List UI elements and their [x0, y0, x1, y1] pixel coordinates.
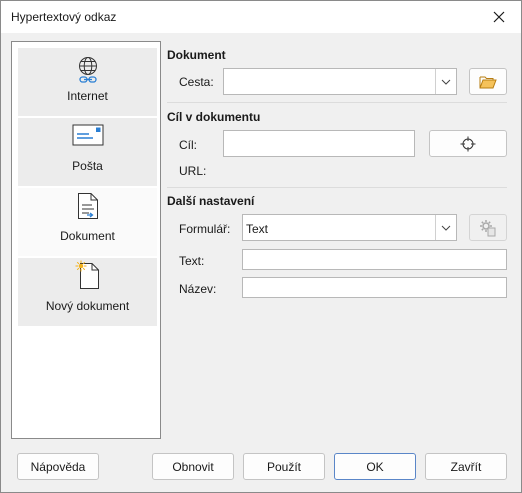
gear-document-icon: [480, 219, 496, 236]
hyperlink-type-sidebar: Internet Pošta Dokument Nový dokument: [11, 41, 161, 439]
close-dialog-button[interactable]: Zavřít: [425, 453, 507, 480]
envelope-icon: [72, 124, 104, 149]
title-bar: Hypertextový odkaz: [1, 1, 521, 33]
chevron-down-icon[interactable]: [435, 215, 456, 240]
help-button[interactable]: Nápověda: [17, 453, 99, 480]
form-events-button[interactable]: [469, 214, 507, 241]
text-field[interactable]: [242, 249, 507, 270]
new-document-icon: [75, 260, 101, 293]
close-icon: [493, 11, 505, 23]
form-value: Text: [246, 222, 269, 236]
sidebar-item-label: Internet: [67, 89, 108, 103]
ok-button[interactable]: OK: [334, 453, 416, 480]
sidebar-item-document[interactable]: Dokument: [18, 188, 157, 256]
window-title: Hypertextový odkaz: [11, 10, 117, 24]
target-field[interactable]: [223, 130, 415, 157]
form-label: Formulář:: [179, 222, 231, 236]
reset-button[interactable]: Obnovit: [152, 453, 234, 480]
sidebar-item-label: Pošta: [72, 159, 103, 173]
apply-button[interactable]: Použít: [243, 453, 325, 480]
sidebar-item-label: Nový dokument: [45, 299, 130, 313]
sidebar-item-new-document[interactable]: Nový dokument: [18, 258, 157, 326]
target-crosshair-icon: [460, 136, 476, 151]
section-title-document: Dokument: [167, 48, 226, 62]
name-label: Název:: [179, 282, 217, 296]
sidebar-item-label: Dokument: [60, 229, 115, 243]
hyperlink-dialog: Hypertextový odkaz Internet Pošta Dokume…: [0, 0, 522, 493]
name-field[interactable]: [242, 277, 507, 298]
url-label: URL:: [179, 164, 207, 178]
text-label: Text:: [179, 254, 205, 268]
document-icon: [77, 192, 99, 223]
open-file-button[interactable]: [469, 68, 507, 95]
target-in-document-button[interactable]: [429, 130, 507, 157]
globe-link-icon: [77, 56, 99, 89]
path-label: Cesta:: [179, 75, 214, 89]
section-title-target: Cíl v dokumentu: [167, 110, 261, 124]
sidebar-item-mail[interactable]: Pošta: [18, 118, 157, 186]
section-title-further-settings: Další nastavení: [167, 194, 255, 208]
target-label: Cíl:: [179, 138, 197, 152]
chevron-down-icon[interactable]: [435, 69, 456, 94]
form-combobox[interactable]: Text: [242, 214, 457, 241]
close-button[interactable]: [477, 1, 521, 33]
divider: [167, 102, 507, 103]
divider: [167, 187, 507, 188]
path-combobox[interactable]: [223, 68, 457, 95]
folder-open-icon: [479, 76, 497, 88]
sidebar-item-internet[interactable]: Internet: [18, 48, 157, 116]
